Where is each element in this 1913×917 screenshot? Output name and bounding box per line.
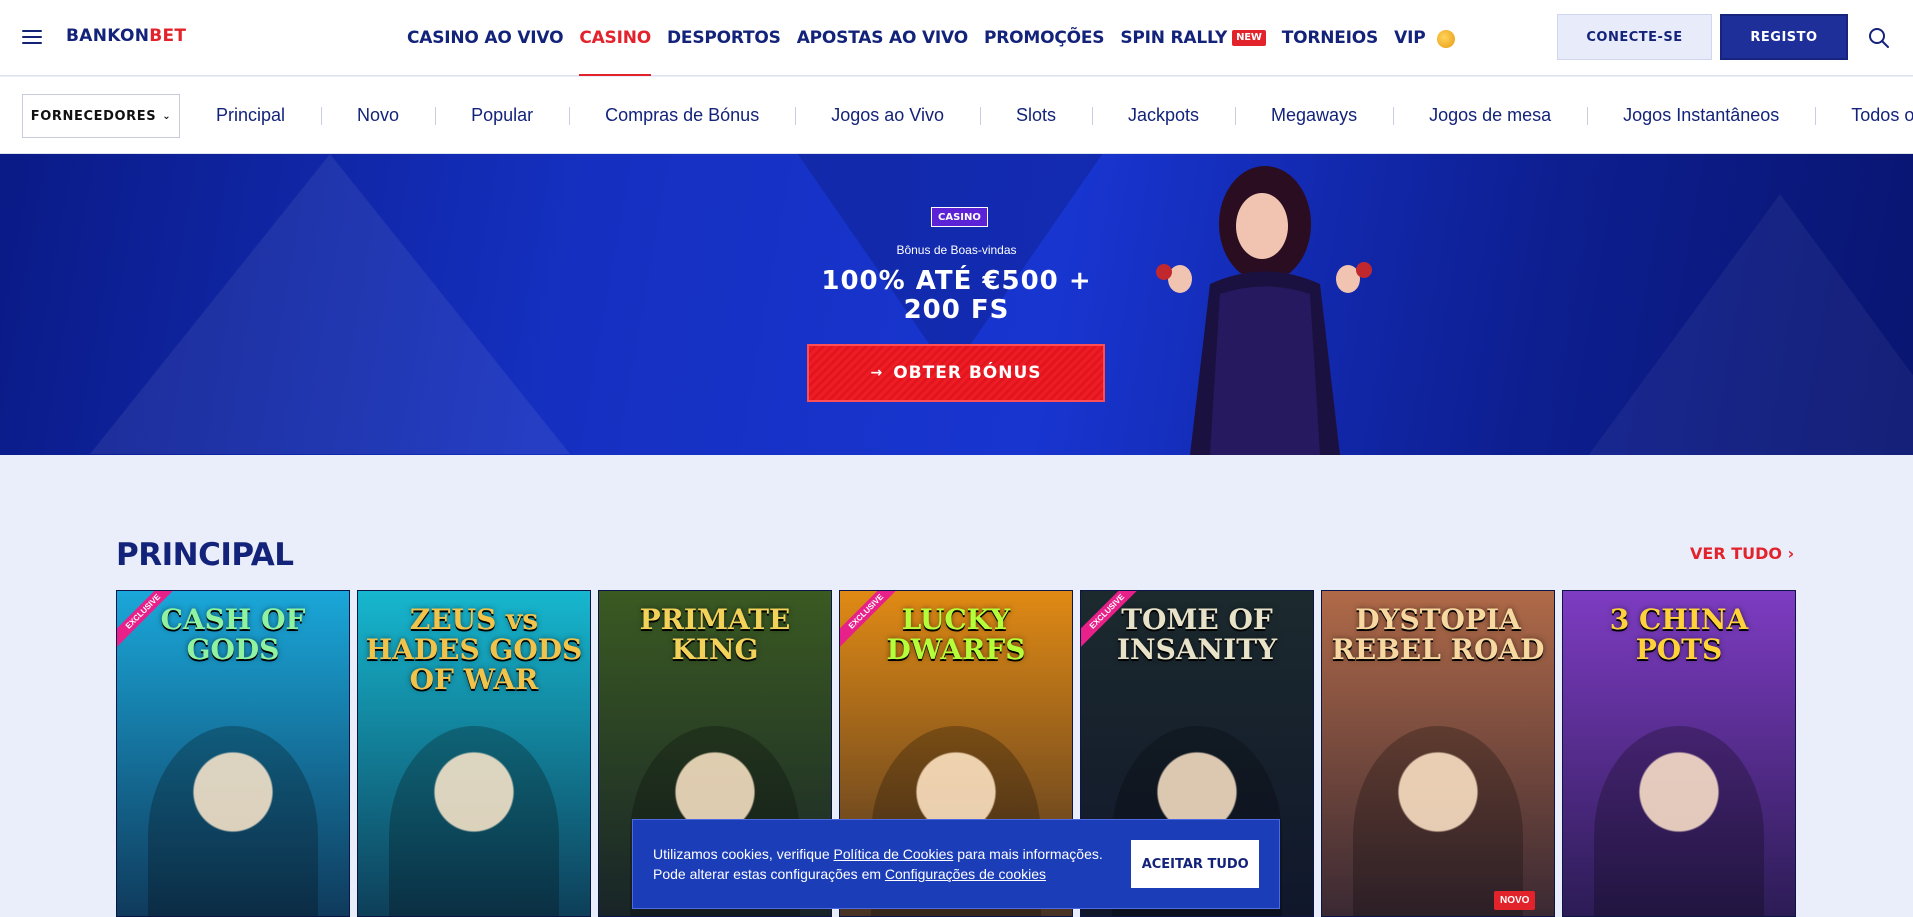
chevron-down-icon: ⌄ [162,110,172,122]
nav-casino-ao-vivo[interactable]: CASINO AO VIVO [407,0,564,76]
game-title: CASH OF GODS [160,603,306,666]
hero-headline-line2: 200 FS [903,295,1010,325]
new-game-badge: NOVO [1494,891,1536,910]
game-artwork [1353,726,1523,916]
game-artwork [148,726,318,916]
game-tile[interactable]: 3 CHINA POTS [1562,590,1796,917]
accept-all-button[interactable]: ACEITAR TUDO [1131,840,1259,888]
arrow-right-icon: → [870,365,884,381]
nav-torneios[interactable]: TORNEIOS [1282,0,1379,76]
game-tile[interactable]: ZEUS vs HADES GODS OF WAR [357,590,591,917]
game-artwork [389,726,559,916]
chevron-right-icon: › [1787,544,1795,563]
providers-dropdown[interactable]: FORNECEDORES ⌄ [22,94,180,138]
nav-promocoes[interactable]: PROMOÇÕES [984,0,1105,76]
tab-jogos-de-mesa[interactable]: Jogos de mesa [1393,105,1587,126]
nav-vip[interactable]: VIP [1394,0,1426,76]
search-icon[interactable] [1868,27,1890,49]
tab-novo[interactable]: Novo [321,105,435,126]
section-title: PRINCIPAL [116,537,294,573]
nav-casino[interactable]: CASINO [579,0,651,76]
tab-jogos-instantaneos[interactable]: Jogos Instantâneos [1587,105,1815,126]
cookie-settings-link[interactable]: Configurações de cookies [885,866,1046,882]
hero-decor-shape [770,154,1130,374]
category-tabs: Principal Novo Popular Compras de Bónus … [180,77,1913,154]
game-tile[interactable]: DYSTOPIA REBEL ROAD NOVO [1321,590,1555,917]
tab-compras-de-bonus[interactable]: Compras de Bónus [569,105,795,126]
top-bar: BANKONBET CASINO AO VIVO CASINO DESPORTO… [0,0,1913,76]
game-artwork [1594,726,1764,916]
game-title: DYSTOPIA REBEL ROAD [1331,603,1545,666]
get-bonus-button[interactable]: → OBTER BÓNUS [807,344,1105,402]
nav-spin-rally-label: SPIN RALLY [1120,28,1228,48]
menu-icon[interactable] [22,27,42,47]
game-title: TOME OF INSANITY [1116,603,1278,666]
hero-headline-line1: 100% ATÉ €500 + [821,266,1092,296]
nav-apostas-ao-vivo[interactable]: APOSTAS AO VIVO [797,0,968,76]
tab-megaways[interactable]: Megaways [1235,105,1393,126]
game-title: LUCKY DWARFS [886,603,1026,666]
tab-jackpots[interactable]: Jackpots [1091,105,1235,126]
tab-principal[interactable]: Principal [180,105,321,126]
tab-todos-os-jogos[interactable]: Todos os Jogos [1815,105,1913,126]
tab-jogos-ao-vivo[interactable]: Jogos ao Vivo [795,105,980,126]
cookie-text-part: Utilizamos cookies, verifique [653,846,834,862]
cookie-policy-link[interactable]: Política de Cookies [834,846,954,862]
cookie-banner: Utilizamos cookies, verifique Política d… [632,819,1280,909]
see-all-label: VER TUDO [1690,544,1782,563]
nav-spin-rally[interactable]: SPIN RALLY NEW [1120,0,1266,76]
cookie-text: Utilizamos cookies, verifique Política d… [653,844,1121,884]
game-title: 3 CHINA POTS [1609,603,1749,666]
category-bar: FORNECEDORES ⌄ Principal Novo Popular Com… [0,77,1913,154]
hero-subtitle: Bônus de Boas-vindas [896,243,1017,257]
providers-label: FORNECEDORES [30,108,157,124]
hero-headline: 100% ATÉ €500 + 200 FS [0,267,1913,325]
game-tile[interactable]: CASH OF GODS EXCLUSIVE [116,590,350,917]
coin-icon[interactable] [1437,30,1456,48]
new-badge: NEW [1232,30,1266,46]
main-nav: CASINO AO VIVO CASINO DESPORTOS APOSTAS … [407,0,1456,76]
game-title: PRIMATE KING [639,603,791,666]
see-all-link[interactable]: VER TUDO › [1690,544,1794,563]
game-title: ZEUS vs HADES GODS OF WAR [365,603,583,696]
hero-banner: CASINO Bônus de Boas-vindas 100% ATÉ €50… [0,154,1913,455]
hostess-image [1156,166,1372,455]
login-button[interactable]: CONECTE-SE [1557,14,1712,60]
tab-slots[interactable]: Slots [979,105,1092,126]
hero-tag: CASINO [931,207,988,227]
get-bonus-label: OBTER BÓNUS [893,363,1042,383]
register-button[interactable]: REGISTO [1720,14,1848,60]
tab-popular[interactable]: Popular [435,105,569,126]
logo[interactable]: BANKONBET [66,26,186,46]
nav-desportos[interactable]: DESPORTOS [667,0,781,76]
